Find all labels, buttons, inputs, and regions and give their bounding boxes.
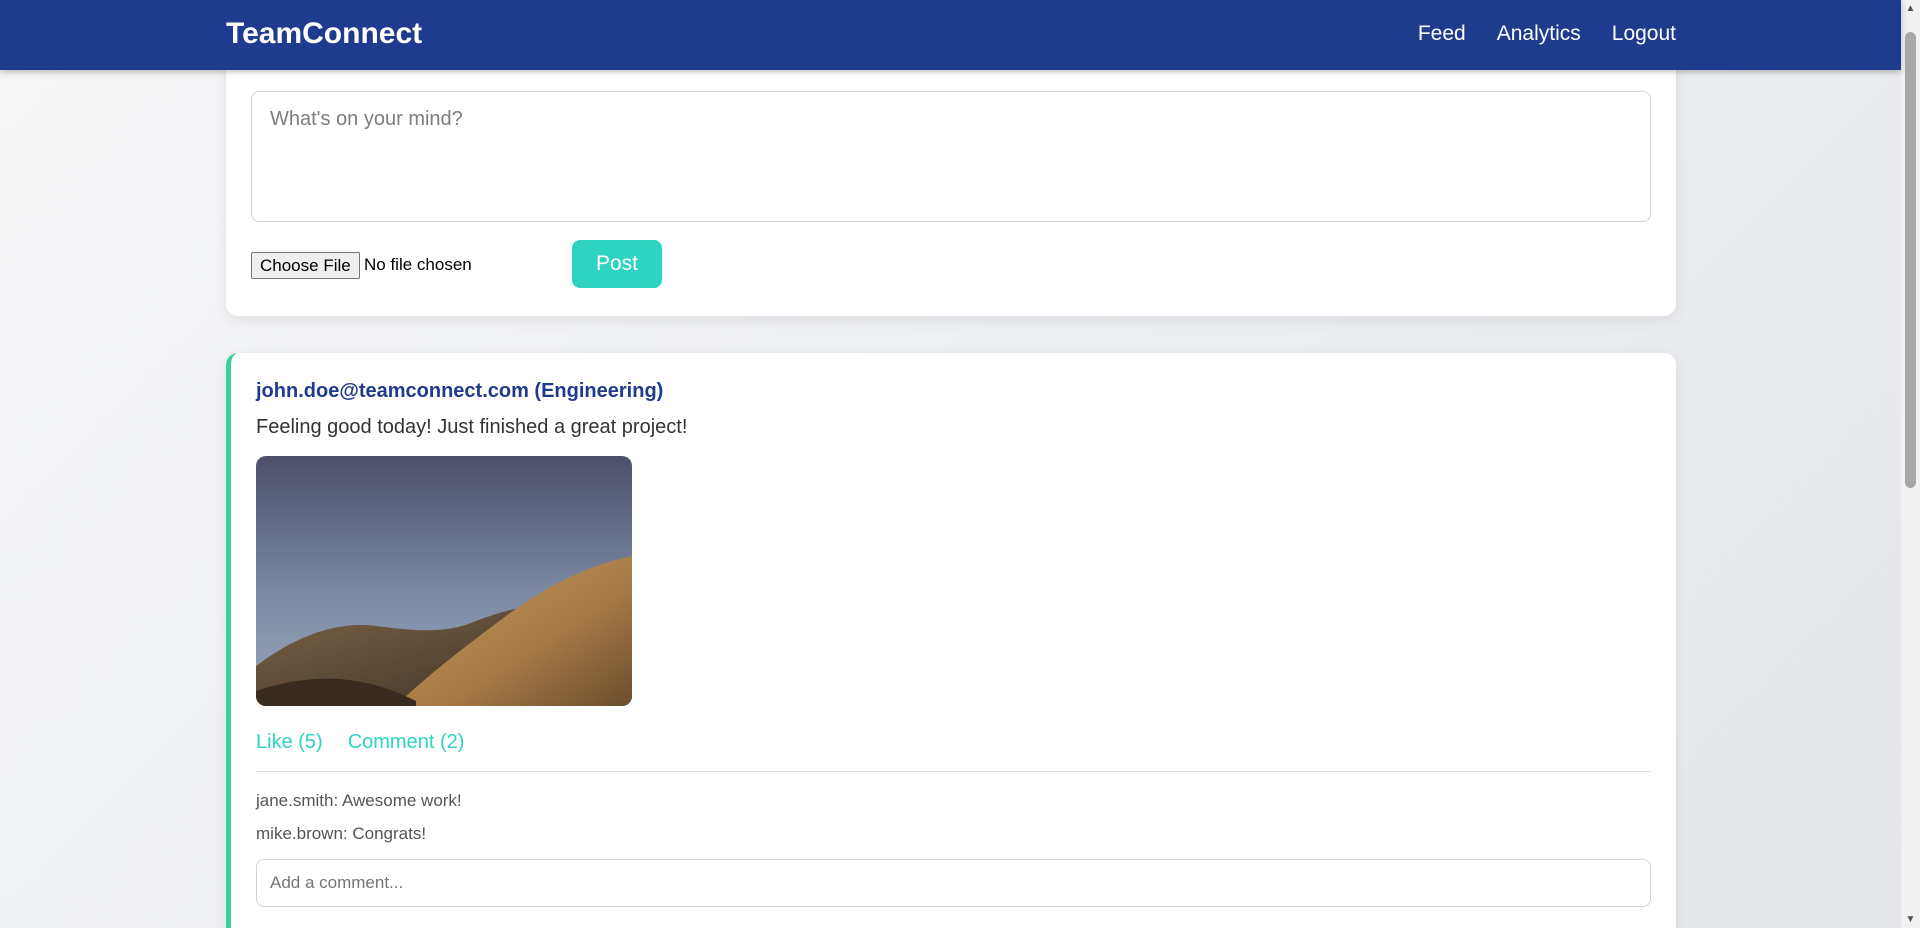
scroll-down-arrow-icon[interactable]: ▼ bbox=[1901, 911, 1920, 928]
file-status-label: No file chosen bbox=[364, 255, 472, 274]
comment-input[interactable] bbox=[256, 859, 1651, 907]
post-button[interactable]: Post bbox=[572, 240, 662, 288]
comment-item: jane.smith: Awesome work! bbox=[256, 791, 462, 810]
page-scrollbar[interactable]: ▲ ▼ bbox=[1901, 0, 1920, 928]
divider bbox=[256, 771, 1651, 772]
nav-links: Feed Analytics Logout bbox=[1418, 20, 1676, 48]
comment-button[interactable]: Comment (2) bbox=[348, 728, 465, 756]
nav-link-logout[interactable]: Logout bbox=[1612, 20, 1676, 48]
post-composer: Choose File No file chosen Post bbox=[226, 58, 1676, 316]
post-text: Feeling good today! Just finished a grea… bbox=[256, 416, 688, 438]
post-textarea[interactable] bbox=[251, 91, 1651, 222]
post-actions: Like (5) Comment (2) bbox=[256, 728, 464, 756]
scrollbar-thumb[interactable] bbox=[1905, 32, 1916, 488]
post-card: john.doe@teamconnect.com (Engineering) F… bbox=[226, 353, 1676, 928]
choose-file-button[interactable]: Choose File bbox=[251, 252, 360, 279]
scroll-up-arrow-icon[interactable]: ▲ bbox=[1901, 0, 1920, 17]
brand-logo[interactable]: TeamConnect bbox=[226, 16, 422, 52]
like-button[interactable]: Like (5) bbox=[256, 728, 323, 756]
nav-link-analytics[interactable]: Analytics bbox=[1497, 20, 1581, 48]
nav-link-feed[interactable]: Feed bbox=[1418, 20, 1466, 48]
landscape-photo-icon[interactable] bbox=[256, 456, 632, 706]
post-author[interactable]: john.doe@teamconnect.com (Engineering) bbox=[256, 377, 663, 405]
navbar: TeamConnect Feed Analytics Logout bbox=[0, 0, 1901, 70]
comment-item: mike.brown: Congrats! bbox=[256, 824, 427, 843]
